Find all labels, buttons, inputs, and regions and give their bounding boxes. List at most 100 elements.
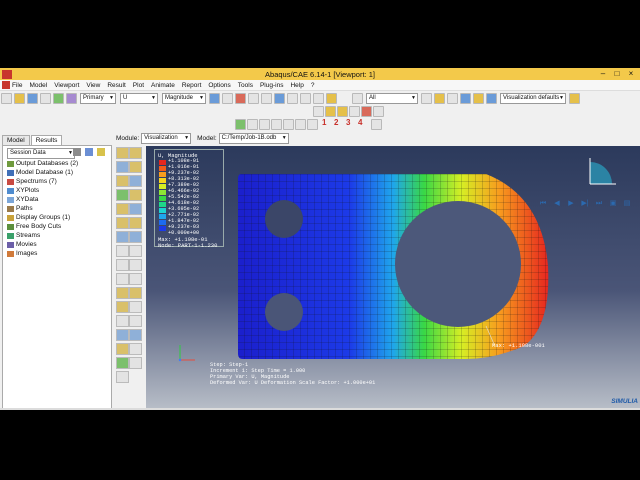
viewport-1-button[interactable]: 1	[322, 118, 326, 127]
menu-file[interactable]: File	[12, 82, 22, 89]
overlay-tool-icon[interactable]	[116, 287, 129, 299]
menu-context-help[interactable]: ?	[311, 82, 315, 89]
text-tool-icon[interactable]	[129, 315, 142, 327]
remove-icon[interactable]	[447, 92, 458, 104]
allow-multiple-plot-states-icon[interactable]	[307, 119, 318, 130]
sweep-extrude-tool-icon[interactable]	[116, 357, 129, 369]
report-tool-icon[interactable]	[116, 301, 129, 313]
view-manager-icon[interactable]	[66, 92, 77, 104]
open-folder-icon[interactable]	[14, 92, 25, 104]
display-group-manager-tool-icon[interactable]	[129, 273, 142, 285]
perspective-icon[interactable]	[300, 92, 311, 104]
top-view-icon[interactable]	[337, 106, 348, 117]
animate-harmonic-tool-icon[interactable]	[116, 203, 129, 215]
cycle-views-icon[interactable]	[287, 92, 298, 104]
layer-tool-icon[interactable]	[129, 287, 142, 299]
contour-tool-icon[interactable]	[116, 161, 129, 173]
tree-item-free-body-cuts[interactable]: Free Body Cuts	[7, 223, 61, 230]
print-icon[interactable]	[40, 92, 51, 104]
menu-report[interactable]: Report	[182, 82, 202, 89]
pan-icon[interactable]	[222, 92, 233, 104]
menu-animate[interactable]: Animate	[151, 82, 175, 89]
viewport-tool-icon[interactable]	[129, 329, 142, 341]
superimpose-icon[interactable]	[295, 119, 306, 130]
tree-expand-icon[interactable]	[85, 148, 93, 156]
viewport-cycle-icon[interactable]	[371, 119, 382, 130]
add-icon[interactable]	[460, 92, 471, 104]
menu-plugins[interactable]: Plug-ins	[260, 82, 283, 89]
viewport-2-button[interactable]: 2	[334, 118, 338, 127]
mirror-pattern-tool-icon[interactable]	[129, 357, 142, 369]
superimpose-options-tool-icon[interactable]	[129, 343, 142, 355]
plot-symbols-icon[interactable]	[271, 119, 282, 130]
invariant-select[interactable]: Magnitude ▼	[162, 92, 206, 104]
tree-help-icon[interactable]	[97, 148, 105, 156]
plot-deformed-tool-icon[interactable]	[129, 147, 142, 159]
tree-item-spectrums[interactable]: Spectrums (7)	[7, 178, 57, 185]
maximize-button[interactable]: □	[610, 68, 624, 80]
play-icon[interactable]: ▶	[566, 200, 576, 208]
animate-time-tool-icon[interactable]	[116, 189, 129, 201]
session-data-select[interactable]: Session Data ▼	[7, 148, 75, 159]
tree-item-display-groups[interactable]: Display Groups (1)	[7, 214, 70, 221]
first-frame-icon[interactable]: ⏮	[538, 200, 548, 208]
viewport-4-button[interactable]: 4	[358, 118, 362, 127]
menu-view[interactable]: View	[86, 82, 100, 89]
color-code-tool-icon[interactable]	[116, 329, 129, 341]
magnify-icon[interactable]	[248, 92, 259, 104]
auto-fit-icon[interactable]	[274, 92, 285, 104]
select-icon[interactable]	[352, 92, 363, 104]
visualization-defaults-select[interactable]: Visualization defaults ▼	[500, 92, 566, 104]
probe-values-tool-icon[interactable]	[116, 245, 129, 257]
tree-item-output-databases[interactable]: Output Databases (2)	[7, 160, 78, 167]
menu-result[interactable]: Result	[107, 82, 125, 89]
arrow-tool-icon[interactable]	[116, 315, 129, 327]
color-mapping-icon[interactable]	[569, 92, 580, 104]
viewport-3-button[interactable]: 3	[346, 118, 350, 127]
front-view-icon[interactable]	[325, 106, 336, 117]
selection-filter-select[interactable]: All ▼	[366, 92, 418, 104]
light-icon[interactable]	[373, 106, 384, 117]
primary-select[interactable]: Primary ▼	[80, 92, 116, 104]
annotation-tool-icon[interactable]	[129, 301, 142, 313]
path-tool-icon[interactable]	[116, 231, 129, 243]
replace-icon[interactable]	[421, 92, 432, 104]
plot-undeformed-tool-icon[interactable]	[116, 147, 129, 159]
close-button[interactable]: ×	[624, 68, 638, 80]
material-orientation-tool-icon[interactable]	[116, 175, 129, 187]
previous-frame-icon[interactable]: ◀	[552, 200, 562, 208]
color-code-icon[interactable]	[473, 92, 484, 104]
tree-item-movies[interactable]: Movies	[7, 241, 37, 248]
free-body-tool-icon[interactable]	[129, 259, 142, 271]
menu-help[interactable]: Help	[290, 82, 303, 89]
xy-data-tool-icon[interactable]	[116, 217, 129, 229]
tree-item-xydata[interactable]: XYData	[7, 196, 38, 203]
camera-icon[interactable]	[361, 106, 372, 117]
app-menu-icon[interactable]	[2, 81, 10, 89]
tree-item-xyplots[interactable]: XYPlots	[7, 187, 39, 194]
next-frame-icon[interactable]: ▶|	[580, 200, 590, 208]
plot-material-orientation-icon[interactable]	[283, 119, 294, 130]
shaded-icon[interactable]	[326, 92, 337, 104]
symbol-tool-icon[interactable]	[129, 161, 142, 173]
iso-view-icon[interactable]	[313, 106, 324, 117]
refresh-icon[interactable]	[209, 92, 220, 104]
variable-select[interactable]: U ▼	[120, 92, 158, 104]
right-view-icon[interactable]	[349, 106, 360, 117]
module-select[interactable]: Visualization ▼	[141, 132, 192, 144]
xy-plot-tool-icon[interactable]	[129, 217, 142, 229]
new-file-icon[interactable]	[1, 92, 12, 104]
options-tool-icon[interactable]	[129, 175, 142, 187]
minimize-button[interactable]: –	[596, 68, 610, 80]
menu-options[interactable]: Options	[208, 82, 230, 89]
query-icon[interactable]	[53, 92, 64, 104]
menu-plot[interactable]: Plot	[133, 82, 144, 89]
stream-tool-icon[interactable]	[129, 231, 142, 243]
zoom-box-icon[interactable]	[261, 92, 272, 104]
menu-tools[interactable]: Tools	[238, 82, 253, 89]
animation-options-tool-icon[interactable]	[129, 203, 142, 215]
capture-image-icon[interactable]: ▤	[622, 200, 632, 208]
tree-filter-icon[interactable]	[73, 148, 81, 156]
last-frame-icon[interactable]: ⏭	[594, 200, 604, 208]
menu-viewport[interactable]: Viewport	[54, 82, 79, 89]
